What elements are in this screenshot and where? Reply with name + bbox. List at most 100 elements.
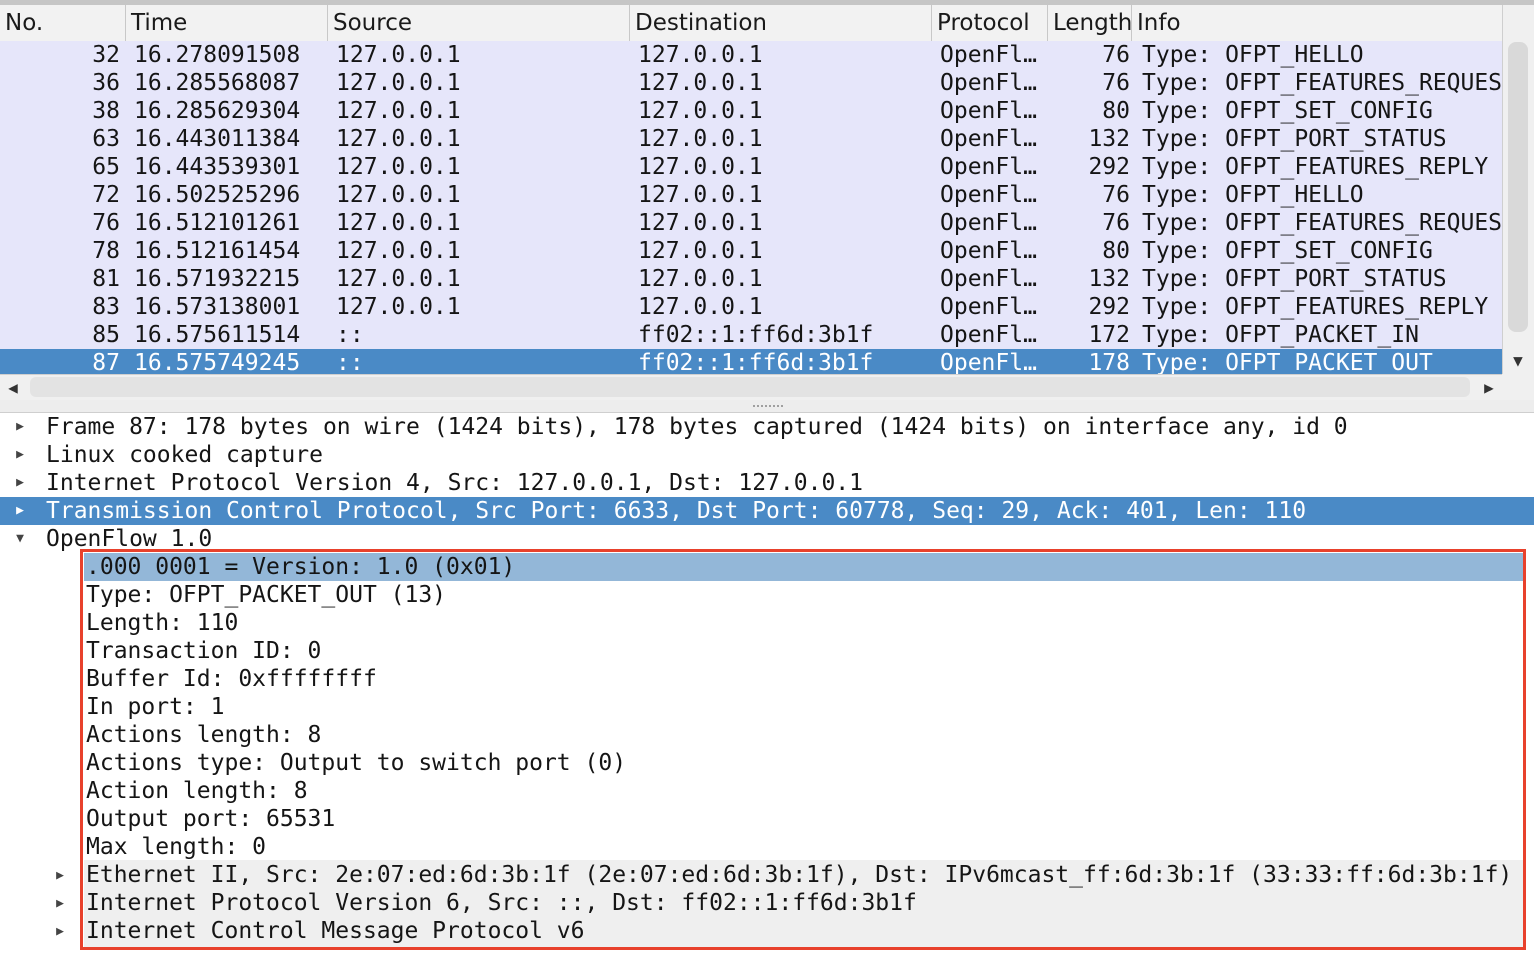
openflow-field[interactable]: Actions type: Output to switch port (0) <box>84 749 1526 777</box>
column-header-no[interactable]: No. <box>0 5 126 41</box>
packet-cell-info: Type: OFPT_PACKET_IN <box>1142 322 1419 348</box>
scroll-left-arrow-icon[interactable]: ◀ <box>0 374 26 400</box>
packet-cell-info: Type: OFPT_HELLO <box>1142 182 1364 208</box>
packet-cell-source: 127.0.0.1 <box>336 126 461 152</box>
packet-cell-length: 80 <box>1102 98 1130 124</box>
openflow-field[interactable]: Length: 110 <box>84 609 1526 637</box>
packet-cell-time: 16.512101261 <box>134 210 301 236</box>
packet-cell-no: 32 <box>92 42 120 68</box>
packet-cell-info: Type: OFPT_SET_CONFIG <box>1142 98 1433 124</box>
packet-cell-destination: 127.0.0.1 <box>638 126 763 152</box>
column-header-source[interactable]: Source <box>328 5 630 41</box>
openflow-field[interactable]: Actions length: 8 <box>84 721 1526 749</box>
column-header-info[interactable]: Info <box>1132 5 1502 41</box>
packet-cell-source: 127.0.0.1 <box>336 182 461 208</box>
packet-cell-destination: 127.0.0.1 <box>638 294 763 320</box>
triangle-right-icon[interactable]: ▶ <box>12 413 28 441</box>
openflow-field-label: Max length: 0 <box>86 834 267 860</box>
triangle-right-icon[interactable]: ▶ <box>12 469 28 497</box>
column-header-protocol[interactable]: Protocol <box>932 5 1048 41</box>
openflow-field-label: In port: 1 <box>86 694 225 720</box>
packet-row[interactable]: 32 16.278091508 127.0.0.1 127.0.0.1 OpenFl… 7… <box>0 41 1502 69</box>
packet-cell-destination: 127.0.0.1 <box>638 70 763 96</box>
openflow-subtree-item[interactable]: Internet Protocol Version 6, Src: ::, Ds… <box>84 889 1526 917</box>
packet-cell-protocol: OpenFl… <box>940 42 1037 68</box>
packet-row[interactable]: 81 16.571932215 127.0.0.1 127.0.0.1 OpenFl… 1… <box>0 265 1502 293</box>
packet-row[interactable]: 65 16.443539301 127.0.0.1 127.0.0.1 OpenFl… 2… <box>0 153 1502 181</box>
openflow-field[interactable]: Output port: 65531 <box>84 805 1526 833</box>
scroll-right-arrow-icon[interactable]: ▶ <box>1476 374 1502 400</box>
packet-cell-source: 127.0.0.1 <box>336 294 461 320</box>
tree-item-ipv4[interactable]: ▶ Internet Protocol Version 4, Src: 127.… <box>0 469 1534 497</box>
packet-row[interactable]: 78 16.512161454 127.0.0.1 127.0.0.1 OpenFl… 8… <box>0 237 1502 265</box>
packet-cell-time: 16.285568087 <box>134 70 301 96</box>
tree-item-tcp[interactable]: ▶ Transmission Control Protocol, Src Por… <box>0 497 1534 525</box>
packet-row[interactable]: 85 16.575611514:: ff02::1:ff6d:3b1f OpenFl…… <box>0 321 1502 349</box>
packet-cell-info: Type: OFPT_HELLO <box>1142 42 1364 68</box>
packet-cell-info: Type: OFPT_PORT_STATUS <box>1142 126 1447 152</box>
openflow-field[interactable]: Type: OFPT_PACKET_OUT (13) <box>84 581 1526 609</box>
packet-cell-time: 16.502525296 <box>134 182 301 208</box>
packet-cell-time: 16.278091508 <box>134 42 301 68</box>
column-header-time[interactable]: Time <box>126 5 328 41</box>
packet-cell-protocol: OpenFl… <box>940 126 1037 152</box>
tree-item-label: Internet Protocol Version 4, Src: 127.0.… <box>46 470 863 496</box>
column-header-destination[interactable]: Destination <box>630 5 932 41</box>
triangle-right-icon[interactable]: ▶ <box>12 441 28 469</box>
packet-cell-length: 172 <box>1088 322 1130 348</box>
triangle-down-icon[interactable]: ▼ <box>12 525 28 553</box>
packet-cell-info: Type: OFPT_FEATURES_REPLY <box>1142 154 1489 180</box>
packet-cell-source: 127.0.0.1 <box>336 70 461 96</box>
packet-cell-time: 16.285629304 <box>134 98 301 124</box>
packet-cell-protocol: OpenFl… <box>940 294 1037 320</box>
packet-cell-destination: ff02::1:ff6d:3b1f <box>638 350 874 376</box>
vertical-scrollbar-thumb[interactable] <box>1508 42 1528 332</box>
packet-row[interactable]: 87 16.575749245:: ff02::1:ff6d:3b1f OpenFl…… <box>0 349 1502 377</box>
tree-item-linux-cooked-capture[interactable]: ▶ Linux cooked capture <box>0 441 1534 469</box>
openflow-subtree-item[interactable]: Internet Control Message Protocol v6 <box>84 917 1526 945</box>
packet-cell-destination: 127.0.0.1 <box>638 266 763 292</box>
packet-cell-protocol: OpenFl… <box>940 154 1037 180</box>
tree-item-frame[interactable]: ▶ Frame 87: 178 bytes on wire (1424 bits… <box>0 413 1534 441</box>
openflow-field[interactable]: Max length: 0 <box>84 833 1526 861</box>
column-header-length[interactable]: Length <box>1048 5 1132 41</box>
openflow-subtree-item[interactable]: Ethernet II, Src: 2e:07:ed:6d:3b:1f (2e:… <box>84 861 1526 889</box>
openflow-field-label: Length: 110 <box>86 610 239 636</box>
openflow-field[interactable]: Transaction ID: 0 <box>84 637 1526 665</box>
packet-row[interactable]: 83 16.573138001 127.0.0.1 127.0.0.1 OpenFl… 2… <box>0 293 1502 321</box>
packet-cell-no: 87 <box>92 350 120 376</box>
horizontal-scrollbar-thumb[interactable] <box>30 377 1470 397</box>
triangle-right-icon[interactable]: ▶ <box>52 917 68 945</box>
packet-row[interactable]: 38 16.285629304 127.0.0.1 127.0.0.1 OpenFl… 8… <box>0 97 1502 125</box>
splitter-grip-icon[interactable] <box>752 404 784 408</box>
packet-row[interactable]: 72 16.502525296 127.0.0.1 127.0.0.1 OpenFl… 7… <box>0 181 1502 209</box>
packet-list: No. Time Source Destination Protocol Len… <box>0 0 1534 402</box>
packet-cell-no: 38 <box>92 98 120 124</box>
packet-cell-source: 127.0.0.1 <box>336 210 461 236</box>
packet-cell-length: 178 <box>1088 350 1130 376</box>
packet-cell-info: Type: OFPT_FEATURES_REQUEST <box>1142 70 1502 96</box>
packet-cell-destination: ff02::1:ff6d:3b1f <box>638 322 874 348</box>
openflow-field-label: Type: OFPT_PACKET_OUT (13) <box>86 582 447 608</box>
triangle-right-icon[interactable]: ▶ <box>12 497 28 525</box>
packet-cell-source: 127.0.0.1 <box>336 42 461 68</box>
packet-cell-destination: 127.0.0.1 <box>638 42 763 68</box>
scroll-down-arrow-icon[interactable]: ▼ <box>1502 346 1534 374</box>
packet-cell-destination: 127.0.0.1 <box>638 238 763 264</box>
packet-cell-no: 76 <box>92 210 120 236</box>
triangle-right-icon[interactable]: ▶ <box>52 889 68 917</box>
openflow-field[interactable]: .000 0001 = Version: 1.0 (0x01) <box>84 553 1526 581</box>
triangle-right-icon[interactable]: ▶ <box>52 861 68 889</box>
tree-item-openflow[interactable]: ▼ OpenFlow 1.0 <box>0 525 1534 553</box>
packet-cell-no: 65 <box>92 154 120 180</box>
openflow-field[interactable]: In port: 1 <box>84 693 1526 721</box>
openflow-field[interactable]: Buffer Id: 0xffffffff <box>84 665 1526 693</box>
packet-cell-info: Type: OFPT_FEATURES_REQUEST <box>1142 210 1502 236</box>
packet-row[interactable]: 63 16.443011384 127.0.0.1 127.0.0.1 OpenFl… 1… <box>0 125 1502 153</box>
packet-row[interactable]: 36 16.285568087 127.0.0.1 127.0.0.1 OpenFl… 7… <box>0 69 1502 97</box>
packet-row[interactable]: 76 16.512101261 127.0.0.1 127.0.0.1 OpenFl… 7… <box>0 209 1502 237</box>
openflow-field[interactable]: Action length: 8 <box>84 777 1526 805</box>
packet-cell-time: 16.571932215 <box>134 266 301 292</box>
packet-cell-protocol: OpenFl… <box>940 70 1037 96</box>
packet-cell-destination: 127.0.0.1 <box>638 98 763 124</box>
